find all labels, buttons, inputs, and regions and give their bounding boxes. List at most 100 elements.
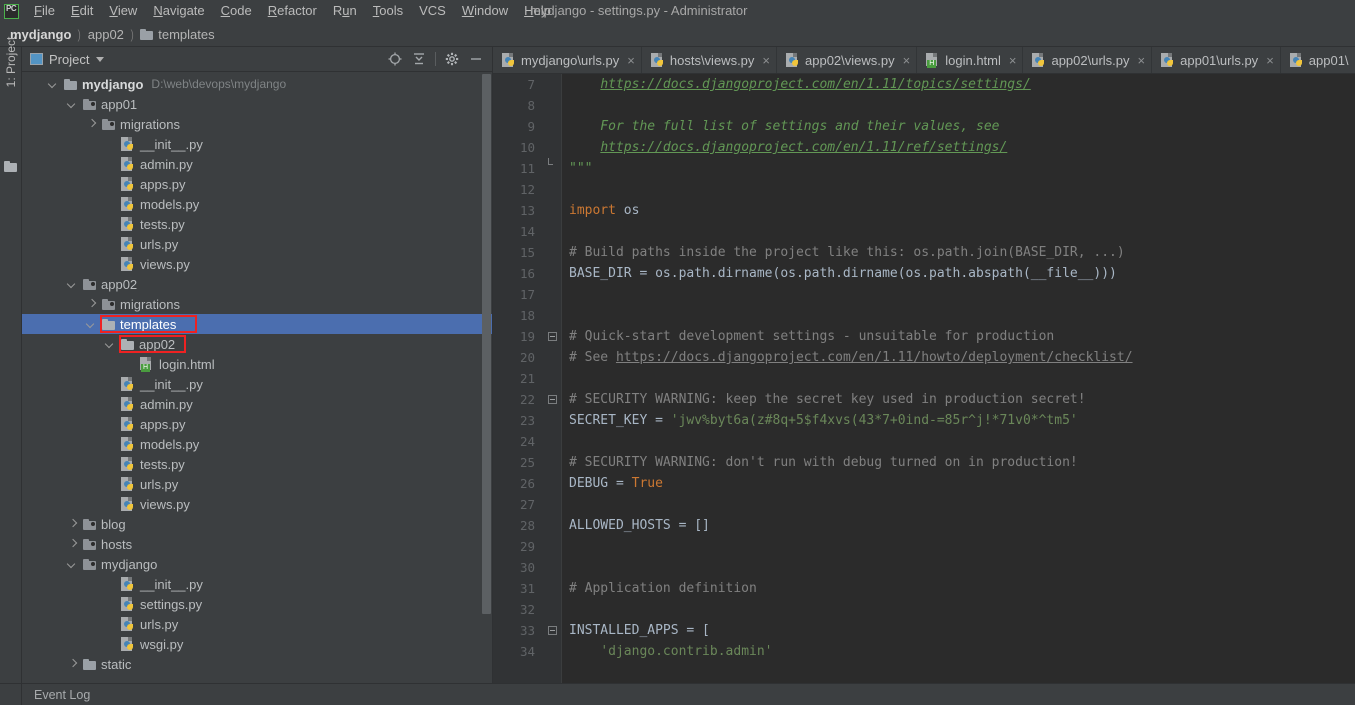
chevron-right-icon[interactable] (86, 119, 97, 130)
tree-row[interactable]: __init__.py (22, 134, 493, 154)
chevron-down-icon[interactable] (67, 99, 78, 110)
tree-item-label: views.py (140, 256, 190, 272)
editor-tab-label: app01\urls.py (1180, 52, 1259, 68)
close-icon[interactable]: × (903, 54, 911, 67)
tree-row[interactable]: wsgi.py (22, 634, 493, 654)
menu-item-run[interactable]: Run (325, 1, 365, 21)
code-link[interactable]: https://docs.djangoproject.com/en/1.11/t… (600, 77, 1030, 92)
chevron-down-icon[interactable] (86, 319, 97, 330)
breadcrumb-item-mydjango[interactable]: mydjango (10, 27, 71, 42)
close-icon[interactable]: × (1009, 54, 1017, 67)
tree-row[interactable]: tests.py (22, 214, 493, 234)
minimize-icon[interactable] (465, 49, 487, 69)
source-folder-icon (102, 118, 115, 130)
chevron-down-icon[interactable] (96, 56, 105, 62)
editor-tab[interactable]: app02\urls.py × (1023, 47, 1153, 73)
editor-tab[interactable]: app01\urls.py × (1152, 47, 1281, 73)
tree-item-label: tests.py (140, 216, 185, 232)
menu-item-refactor[interactable]: Refactor (260, 1, 325, 21)
editor-tab[interactable]: mydjango\urls.py × (493, 47, 642, 73)
tree-row[interactable]: urls.py (22, 234, 493, 254)
close-icon[interactable]: × (1138, 54, 1146, 67)
code-link[interactable]: https://docs.djangoproject.com/en/1.11/r… (600, 140, 1007, 155)
code-content[interactable]: https://docs.djangoproject.com/en/1.11/t… (561, 74, 1355, 683)
menu-item-view[interactable]: View (101, 1, 145, 21)
tree-row[interactable]: migrations (22, 114, 493, 134)
tree-row-selected[interactable]: templates (22, 314, 493, 334)
locate-in-tree-icon[interactable] (384, 49, 406, 69)
tree-row[interactable]: static (22, 654, 493, 674)
tree-row[interactable]: admin.py (22, 394, 493, 414)
python-file-icon (121, 456, 135, 472)
menu-item-code[interactable]: Code (213, 1, 260, 21)
breadcrumb-item-app02[interactable]: app02 (88, 27, 124, 42)
tree-row[interactable]: views.py (22, 494, 493, 514)
tree-row[interactable]: urls.py (22, 474, 493, 494)
editor-tab[interactable]: hosts\views.py × (642, 47, 778, 73)
tree-row[interactable]: apps.py (22, 174, 493, 194)
chevron-right-icon[interactable] (86, 299, 97, 310)
code-view[interactable]: 7 8 9 10 11 12 13 14 15 16 17 18 19 20 21 22 23 24 25 26 27 2… (493, 74, 1355, 683)
tree-row[interactable]: models.py (22, 434, 493, 454)
code-fold-icon[interactable] (548, 332, 557, 341)
editor-tab[interactable]: app01\ (1281, 47, 1355, 73)
chevron-down-icon[interactable] (67, 279, 78, 290)
project-tree[interactable]: mydjango D:\web\devops\mydjango app01 migra… (22, 72, 493, 683)
editor-tab[interactable]: app02\views.py × (777, 47, 918, 73)
tree-row[interactable]: models.py (22, 194, 493, 214)
tree-row[interactable]: blog (22, 514, 493, 534)
tree-row[interactable]: settings.py (22, 594, 493, 614)
tree-row[interactable]: hosts (22, 534, 493, 554)
close-icon[interactable]: × (1266, 54, 1274, 67)
menu-item-file[interactable]: File (26, 1, 63, 21)
breadcrumb-item-templates[interactable]: templates (140, 27, 215, 42)
menu-item-tools[interactable]: Tools (365, 1, 411, 21)
tree-row[interactable]: views.py (22, 254, 493, 274)
tree-row[interactable]: mydjango D:\web\devops\mydjango (22, 74, 493, 94)
tree-row[interactable]: mydjango (22, 554, 493, 574)
code-line: SECRET_KEY = 'jwv%byt6a(z#8q+5$f4xvs(43*… (569, 410, 1355, 431)
tree-row[interactable]: migrations (22, 294, 493, 314)
tree-row[interactable]: app01 (22, 94, 493, 114)
close-icon[interactable]: × (627, 54, 635, 67)
chevron-down-icon[interactable] (48, 79, 59, 90)
chevron-right-icon[interactable] (67, 519, 78, 530)
menu-item-edit[interactable]: Edit (63, 1, 101, 21)
chevron-down-icon[interactable] (67, 559, 78, 570)
project-panel-scrollbar[interactable] (482, 74, 491, 681)
tree-row[interactable]: admin.py (22, 154, 493, 174)
code-fold-icon[interactable] (548, 158, 553, 165)
tree-row[interactable]: apps.py (22, 414, 493, 434)
menu-item-navigate[interactable]: Navigate (145, 1, 212, 21)
close-icon[interactable]: × (762, 54, 770, 67)
tree-row[interactable]: __init__.py (22, 574, 493, 594)
editor-tab[interactable]: Hlogin.html × (917, 47, 1024, 73)
code-fold-icon[interactable] (548, 626, 557, 635)
line-number: 26 (519, 476, 535, 491)
tree-row[interactable]: tests.py (22, 454, 493, 474)
menu-item-vcs[interactable]: VCS (411, 1, 454, 21)
menu-item-window[interactable]: Window (454, 1, 516, 21)
code-fold-icon[interactable] (548, 395, 557, 404)
tree-row[interactable]: urls.py (22, 614, 493, 634)
tree-row[interactable]: __init__.py (22, 374, 493, 394)
project-panel-tab[interactable]: Project (30, 52, 105, 67)
tree-row[interactable]: Hlogin.html (22, 354, 493, 374)
breadcrumb: mydjango) app02) templates (0, 22, 1355, 47)
tool-window-tab-project[interactable]: 1: Project (4, 30, 18, 94)
collapse-all-icon[interactable] (408, 49, 430, 69)
chevron-right-icon[interactable] (67, 659, 78, 670)
gear-icon[interactable] (441, 49, 463, 69)
code-link[interactable]: https://docs.djangoproject.com/en/1.11/h… (616, 350, 1133, 365)
code-line: # Build paths inside the project like th… (569, 242, 1355, 263)
pycharm-logo-text: PC (6, 3, 17, 13)
scrollbar-thumb[interactable] (482, 74, 491, 614)
tree-row[interactable]: app02 (22, 274, 493, 294)
event-log-button[interactable]: Event Log (34, 688, 90, 702)
strip-folder-icon[interactable] (4, 160, 23, 178)
project-tool-window: Project mydjango D:\web\devops\mydjango … (22, 47, 493, 683)
tree-row[interactable]: app02 (22, 334, 493, 354)
chevron-right-icon[interactable] (67, 539, 78, 550)
code-token: True (631, 476, 663, 491)
chevron-down-icon[interactable] (105, 339, 116, 350)
